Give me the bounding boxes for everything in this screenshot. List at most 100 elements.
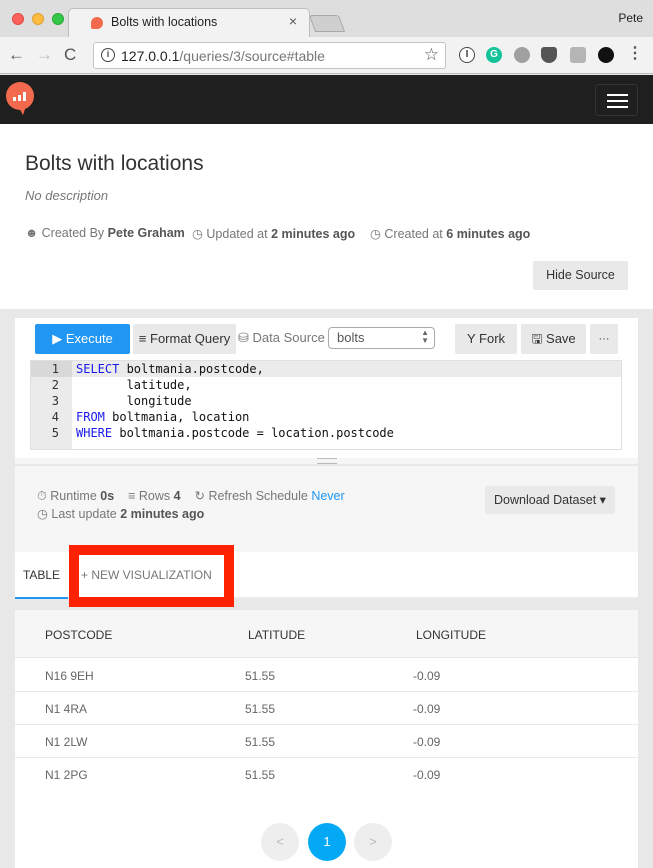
browser-tab[interactable]: Bolts with locations ×	[68, 8, 310, 37]
browser-toolbar: ← → C i 127.0.0.1/queries/3/source#table…	[0, 37, 653, 74]
url-host: 127.0.0.1	[121, 48, 180, 64]
code-text: WHERE boltmania.postcode = location.post…	[76, 425, 394, 441]
download-dataset-button[interactable]: Download Dataset ▾	[485, 486, 615, 514]
result-stats: ⏱ Runtime 0s ≡ Rows 4 ↻ Refresh Schedule…	[37, 488, 345, 504]
gear-extension-icon[interactable]	[514, 47, 530, 63]
camera-extension-icon[interactable]	[570, 47, 586, 63]
previous-page-button[interactable]: <	[261, 823, 299, 861]
address-bar[interactable]: i 127.0.0.1/queries/3/source#table ☆	[93, 42, 446, 69]
execute-label: Execute	[65, 331, 113, 346]
stopwatch-icon: ⏱	[37, 489, 47, 503]
logo-bar	[13, 97, 16, 101]
pocket-extension-icon[interactable]	[541, 47, 557, 63]
save-label: Save	[546, 331, 576, 346]
table-row: N16 9EH 51.55 -0.09	[15, 659, 638, 692]
app-header	[0, 75, 653, 124]
data-source-select[interactable]: bolts ▲ ▼	[328, 327, 435, 349]
maximize-window-button[interactable]	[52, 13, 64, 25]
back-arrow-icon[interactable]: ←	[8, 45, 25, 65]
browser-titlebar: Bolts with locations × Pete	[0, 0, 653, 37]
url-text[interactable]: 127.0.0.1/queries/3/source#table	[121, 48, 325, 64]
data-source-label: ⛁ Data Source	[238, 330, 325, 346]
runtime-label: Runtime	[50, 489, 97, 503]
line-number: 4	[51, 410, 59, 424]
query-header: Bolts with locations No description ☻ Cr…	[0, 124, 653, 309]
sql-editor[interactable]: 1 SELECT boltmania.postcode, 2 latitude,…	[30, 360, 622, 450]
query-result-info: ⏱ Runtime 0s ≡ Rows 4 ↻ Refresh Schedule…	[15, 466, 638, 552]
user-icon: ☻	[25, 226, 39, 240]
code-line: 4 FROM boltmania, location	[31, 409, 621, 425]
code-text: latitude,	[76, 377, 192, 393]
bookmark-star-icon[interactable]: ☆	[424, 45, 439, 65]
column-header[interactable]: LONGITUDE	[416, 628, 486, 642]
save-button[interactable]: 🖫 Save	[521, 324, 586, 354]
tab-title: Bolts with locations	[111, 15, 218, 29]
reload-icon[interactable]: C	[64, 45, 76, 65]
updated-label: Updated at	[206, 227, 268, 241]
tab-new-visualization[interactable]: + NEW VISUALIZATION	[81, 552, 212, 599]
redash-logo-icon[interactable]	[6, 82, 34, 115]
table-cell: N1 4RA	[45, 702, 88, 716]
data-source-label-text: Data Source	[252, 330, 325, 345]
hide-source-button[interactable]: Hide Source	[533, 261, 628, 290]
page-title[interactable]: Bolts with locations	[25, 152, 204, 176]
sql-keyword: WHERE	[76, 426, 113, 440]
new-tab-button[interactable]	[308, 15, 346, 32]
page-1-button[interactable]: 1	[308, 823, 346, 861]
code-line: 3 longitude	[31, 393, 621, 409]
next-page-button[interactable]: >	[354, 823, 392, 861]
column-header[interactable]: POSTCODE	[45, 628, 112, 642]
play-icon: ▶	[52, 331, 63, 346]
tab-table[interactable]: TABLE	[15, 552, 68, 599]
close-window-button[interactable]	[12, 13, 24, 25]
table-cell: -0.09	[413, 702, 441, 716]
table-cell: 51.55	[245, 768, 276, 782]
last-update-label: Last update	[51, 507, 117, 521]
hamburger-line	[607, 94, 628, 96]
visualization-tabs: TABLE + NEW VISUALIZATION	[15, 552, 638, 599]
browser-menu-icon[interactable]: ⋮	[627, 44, 643, 62]
table-header: POSTCODE LATITUDE LONGITUDE	[15, 610, 638, 658]
profile-name[interactable]: Pete	[618, 11, 643, 25]
refresh-schedule-link[interactable]: Never	[311, 489, 344, 503]
table-cell: -0.09	[413, 669, 441, 683]
minimize-window-button[interactable]	[32, 13, 44, 25]
fork-label: Fork	[479, 331, 506, 346]
hamburger-line	[607, 100, 628, 102]
tab-close-icon[interactable]: ×	[289, 13, 297, 29]
execute-button[interactable]: ▶ Execute	[35, 324, 130, 354]
table-cell: 51.55	[245, 669, 276, 683]
created-value: 6 minutes ago	[446, 227, 531, 241]
meta-created: ◷ Created at 6 minutes ago	[370, 226, 530, 241]
column-header[interactable]: LATITUDE	[248, 628, 305, 642]
clock-icon: ◷	[370, 227, 381, 241]
created-label: Created at	[384, 227, 443, 241]
created-by-label: Created By	[41, 226, 105, 240]
more-options-button[interactable]: ···	[590, 324, 618, 354]
code-line: 5 WHERE boltmania.postcode = location.po…	[31, 425, 621, 441]
onepassword-extension-icon[interactable]: I	[459, 47, 475, 63]
fork-button[interactable]: Y Fork	[455, 324, 517, 354]
logo-bar	[23, 92, 26, 101]
last-update: ◷ Last update 2 minutes ago	[37, 506, 204, 521]
updated-value: 2 minutes ago	[271, 227, 356, 241]
table-cell: N1 2LW	[45, 735, 88, 749]
logo-bar	[18, 95, 21, 101]
sql-keyword: SELECT	[76, 362, 120, 376]
meta-created-by: ☻ Created By Pete Graham	[25, 226, 185, 240]
forward-arrow-icon[interactable]: →	[36, 45, 53, 65]
grammarly-extension-icon[interactable]: G	[486, 47, 502, 63]
line-number: 5	[51, 426, 59, 440]
code-text: FROM boltmania, location	[76, 409, 249, 425]
site-info-icon[interactable]: i	[101, 48, 115, 62]
query-description[interactable]: No description	[25, 188, 108, 203]
table-cell: -0.09	[413, 768, 441, 782]
code-rest: boltmania.postcode,	[119, 362, 264, 376]
redash-favicon-icon	[91, 17, 103, 29]
code-line: 2 latitude,	[31, 377, 621, 393]
hamburger-menu-button[interactable]	[595, 84, 638, 116]
resize-handle[interactable]	[317, 458, 337, 464]
chat-extension-icon[interactable]	[598, 47, 614, 63]
code-rest: boltmania.postcode = location.postcode	[112, 426, 394, 440]
format-query-button[interactable]: ≡ Format Query	[133, 324, 236, 354]
